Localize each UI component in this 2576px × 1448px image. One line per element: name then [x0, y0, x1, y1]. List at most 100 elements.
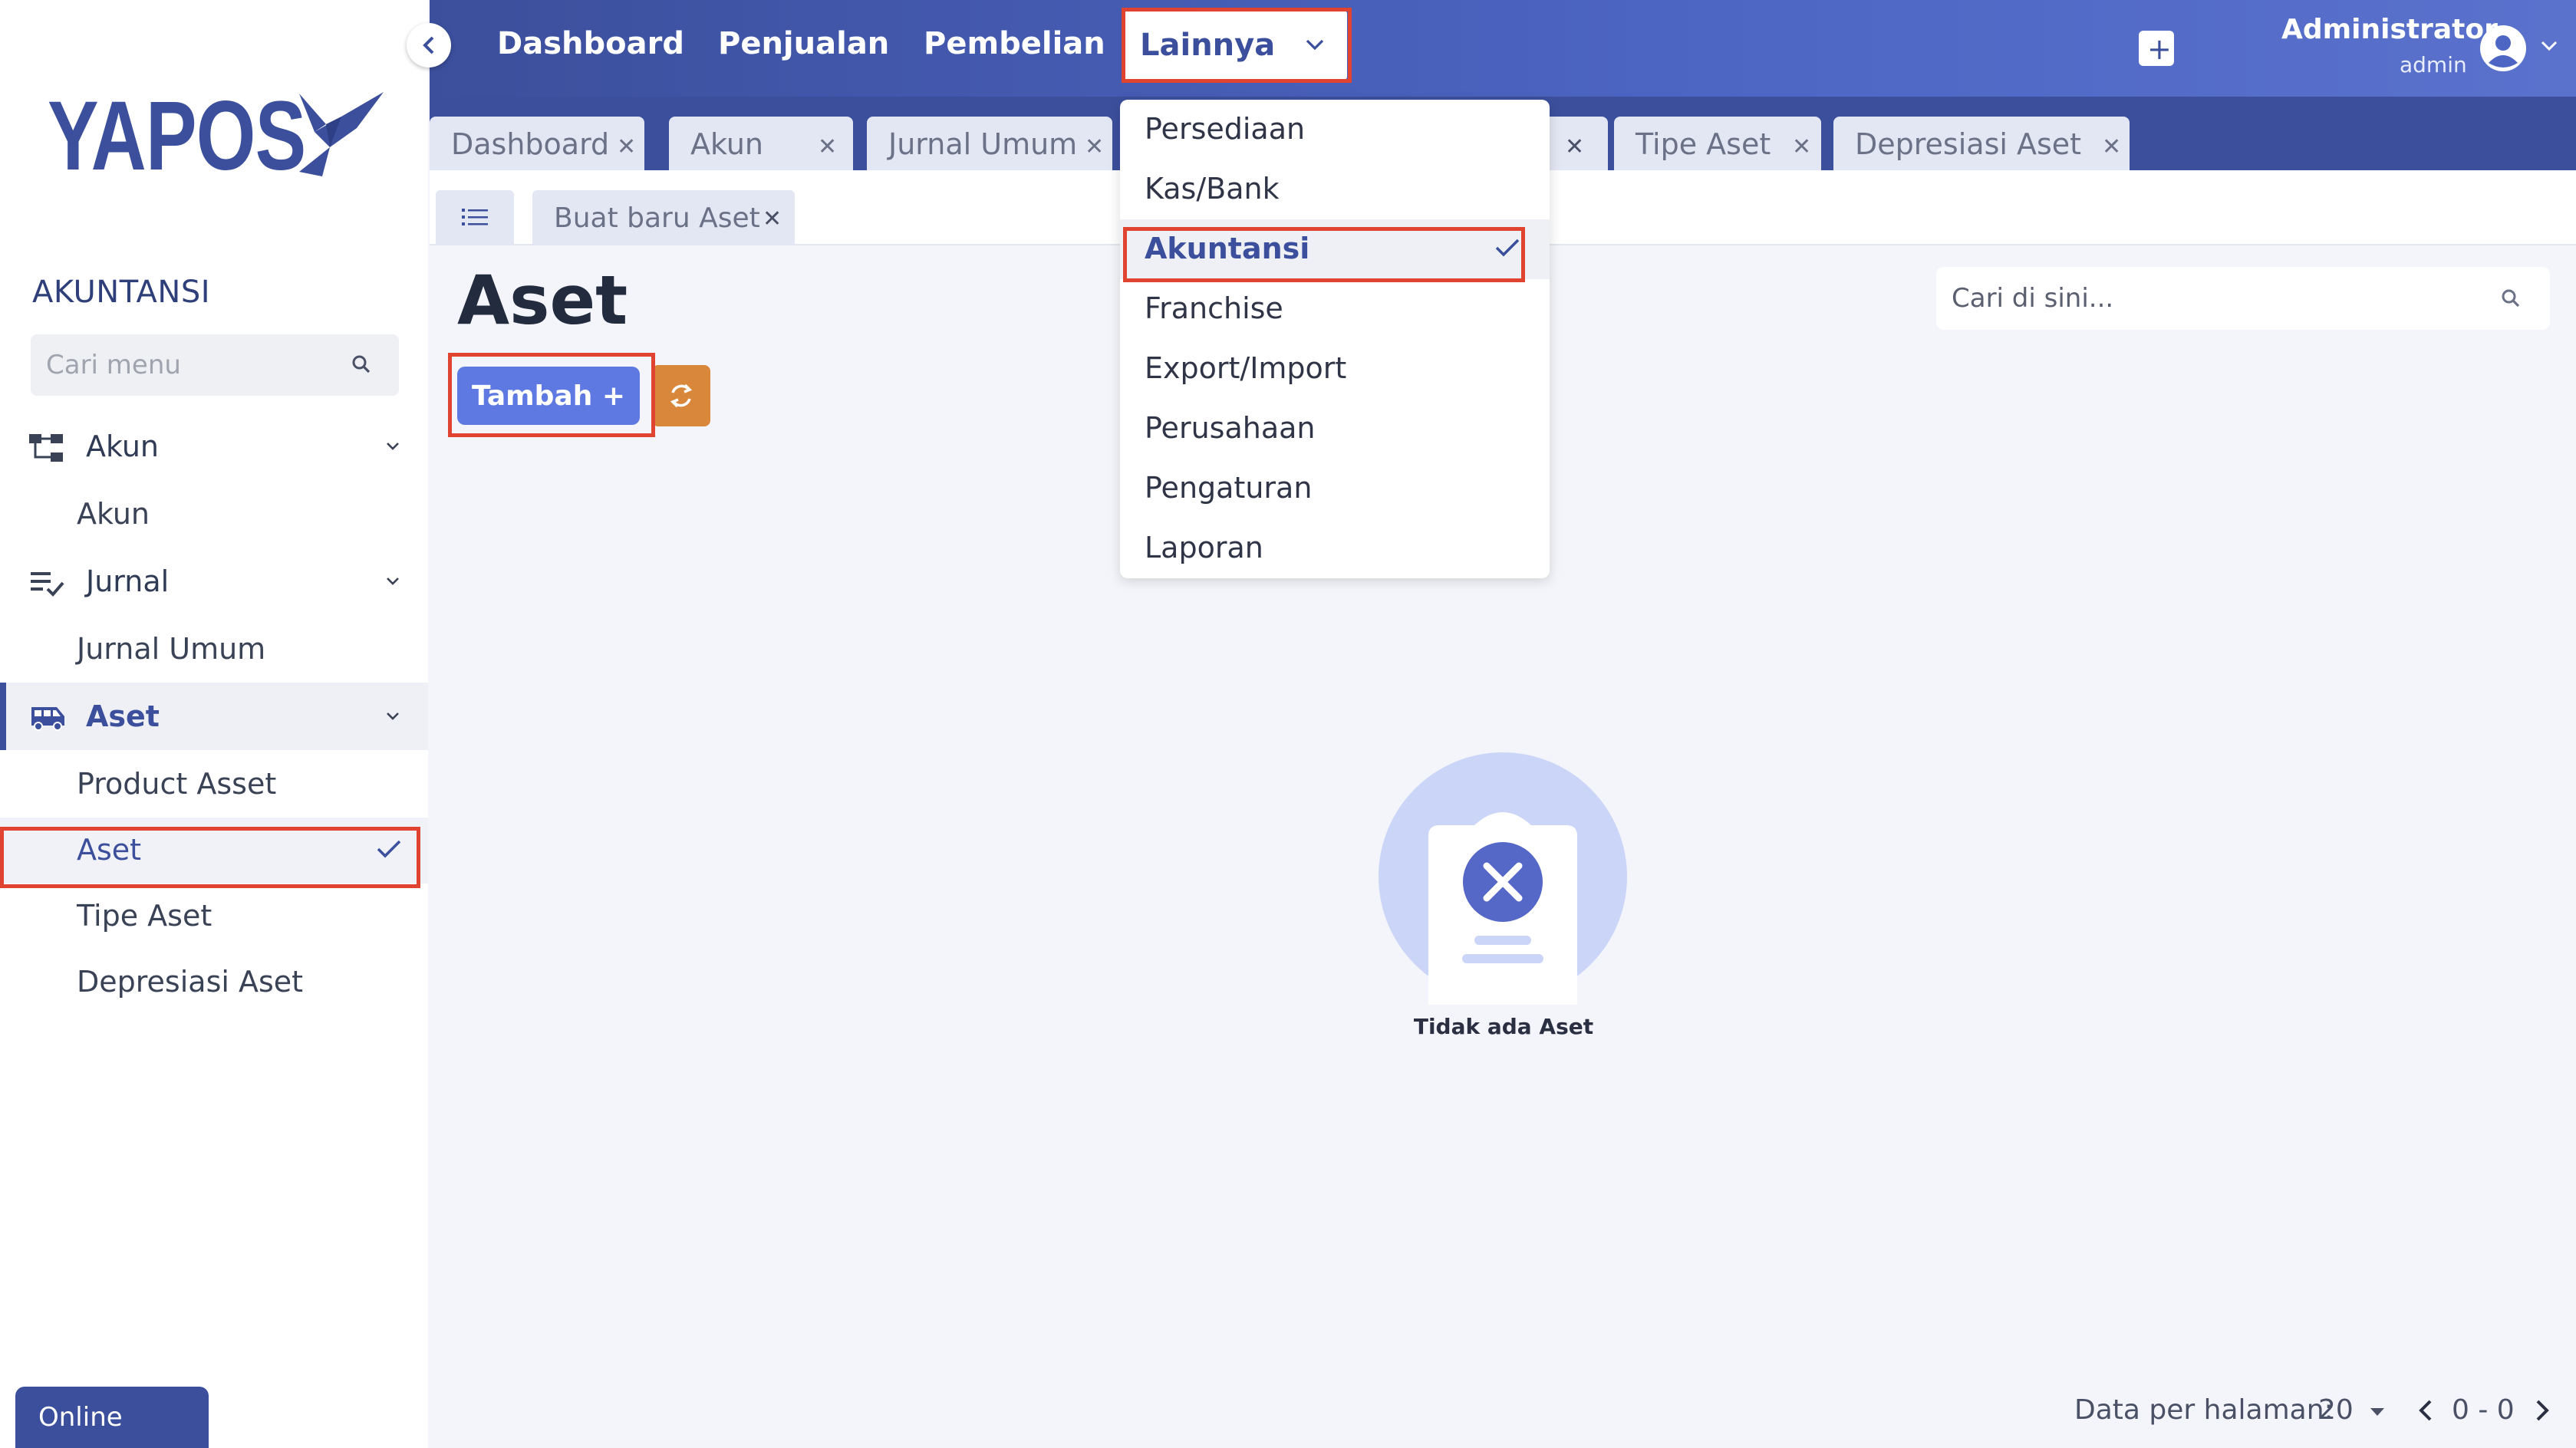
plus-icon: + [2147, 32, 2172, 66]
sidebar-group-label: Aset [86, 699, 160, 733]
chevron-right-icon[interactable] [2533, 1399, 2551, 1422]
sidebar-item-product-asset[interactable]: Product Asset [0, 752, 428, 818]
dropdown-item-pengaturan[interactable]: Pengaturan [1120, 459, 1550, 518]
rows-per-page-label: Data per halaman: [2074, 1394, 2334, 1426]
list-check-icon [31, 572, 64, 597]
tab-hidden-partial[interactable]: ✕ [1550, 117, 1608, 170]
dropdown-item-laporan[interactable]: Laporan [1120, 518, 1550, 578]
chevron-left-icon[interactable] [2416, 1399, 2435, 1422]
nav-lainnya-label: Lainnya [1140, 28, 1276, 63]
tab-akun[interactable]: Akun ✕ [669, 117, 853, 170]
tab-tipe-aset[interactable]: Tipe Aset ✕ [1614, 117, 1821, 170]
subtab-buat-baru-aset[interactable]: Buat baru Aset ✕ [532, 190, 795, 245]
chevron-down-icon [387, 578, 399, 585]
tab-label: Jurnal Umum [888, 127, 1078, 161]
chevron-down-icon [387, 712, 399, 720]
dropdown-item-perusahaan[interactable]: Perusahaan [1120, 399, 1550, 459]
tab-label: Tipe Aset [1636, 127, 1771, 161]
search-icon[interactable] [350, 353, 373, 376]
sidebar-item-aset[interactable]: Aset [0, 818, 428, 884]
logo-text: YAPOS [48, 81, 306, 191]
sidebar-group-jurnal[interactable]: Jurnal [0, 548, 428, 615]
bird-logo-icon [299, 92, 384, 176]
dropdown-item-export-import[interactable]: Export/Import [1120, 339, 1550, 399]
user-role: admin [2400, 52, 2467, 77]
sidebar-item-label: Akun [77, 497, 150, 531]
online-status-badge: Online [15, 1387, 209, 1448]
nav-dashboard[interactable]: Dashboard [497, 26, 684, 61]
user-name: Administrator [2281, 14, 2498, 45]
tab-label: Dashboard [451, 127, 610, 161]
main-search [1936, 267, 2550, 330]
subtab-label: Buat baru Aset [554, 202, 760, 234]
collapse-sidebar-button[interactable] [407, 23, 451, 67]
close-icon[interactable]: ✕ [1085, 133, 1104, 160]
dropdown-item-label: Akuntansi [1145, 232, 1310, 265]
hierarchy-icon [29, 434, 63, 462]
sidebar-group-aset[interactable]: Aset [0, 683, 428, 750]
sidebar-item-label: Tipe Aset [77, 899, 212, 933]
sidebar-group-label: Jurnal [86, 564, 170, 598]
tab-label: Depresiasi Aset [1855, 127, 2082, 161]
section-title: AKUNTANSI [32, 275, 211, 310]
dropdown-item-label: Laporan [1145, 531, 1263, 564]
dropdown-item-label: Export/Import [1145, 351, 1347, 385]
list-icon [462, 209, 488, 225]
tab-depresiasi-aset[interactable]: Depresiasi Aset ✕ [1833, 117, 2130, 170]
dropdown-item-label: Kas/Bank [1145, 172, 1280, 206]
chevron-down-icon [387, 443, 399, 450]
dropdown-item-label: Pengaturan [1145, 471, 1313, 505]
add-tab-button[interactable]: + [2139, 31, 2174, 66]
menu-search-input[interactable] [31, 334, 322, 396]
dropdown-item-label: Franchise [1145, 291, 1283, 325]
sidebar-item-jurnal-umum[interactable]: Jurnal Umum [0, 617, 428, 683]
dropdown-item-persediaan[interactable]: Persediaan [1120, 100, 1550, 160]
tab-jurnal-umum[interactable]: Jurnal Umum ✕ [867, 117, 1112, 170]
dropdown-item-franchise[interactable]: Franchise [1120, 279, 1550, 339]
bus-icon [31, 707, 64, 731]
yapos-logo[interactable]: YAPOS [48, 86, 393, 186]
nav-pembelian[interactable]: Pembelian [924, 26, 1105, 61]
refresh-button[interactable] [652, 365, 710, 426]
page-title: Aset [457, 261, 628, 340]
empty-state-text: Tidak ada Aset [1413, 1014, 1594, 1039]
sidebar-group-label: Akun [86, 429, 159, 463]
dropdown-item-kas-bank[interactable]: Kas/Bank [1120, 160, 1550, 219]
chevron-down-icon [1306, 39, 1324, 51]
check-icon [1495, 239, 1520, 257]
chevron-left-icon [423, 36, 434, 54]
close-icon[interactable]: ✕ [1792, 133, 1811, 160]
sidebar-item-depresiasi-aset[interactable]: Depresiasi Aset [0, 949, 428, 1015]
tab-label: Akun [690, 127, 763, 161]
caret-down-icon[interactable] [2369, 1407, 2386, 1417]
close-icon[interactable]: ✕ [1565, 133, 1584, 160]
close-icon[interactable]: ✕ [617, 133, 636, 160]
chevron-down-icon[interactable] [2539, 38, 2559, 54]
main-search-input[interactable] [1936, 267, 2458, 330]
topbar: Dashboard Penjualan Pembelian [430, 0, 2576, 97]
list-view-button[interactable] [436, 190, 514, 245]
rows-per-page-select[interactable]: 20 [2318, 1394, 2354, 1426]
nav-penjualan[interactable]: Penjualan [718, 26, 889, 61]
tab-dashboard[interactable]: Dashboard ✕ [430, 117, 644, 170]
user-avatar-icon[interactable] [2479, 25, 2527, 72]
empty-state-icon [1379, 752, 1627, 1005]
close-icon[interactable]: ✕ [2102, 133, 2121, 160]
refresh-icon [670, 383, 693, 408]
sidebar-group-akun[interactable]: Akun [0, 413, 428, 480]
dropdown-item-akuntansi[interactable]: Akuntansi [1120, 219, 1550, 279]
pagination-range: 0 - 0 [2452, 1394, 2515, 1426]
close-icon[interactable]: ✕ [763, 206, 782, 232]
sidebar-item-tipe-aset[interactable]: Tipe Aset [0, 884, 428, 949]
dropdown-item-label: Perusahaan [1145, 411, 1316, 445]
sidebar-item-label: Jurnal Umum [77, 632, 266, 666]
dropdown-item-label: Persediaan [1145, 112, 1306, 146]
nav-lainnya-dropdown[interactable]: Lainnya [1123, 11, 1347, 80]
sidebar-item-akun[interactable]: Akun [0, 482, 428, 548]
menu-search [31, 334, 399, 396]
sidebar-item-label: Depresiasi Aset [77, 965, 304, 999]
search-icon[interactable] [2499, 287, 2522, 310]
close-icon[interactable]: ✕ [818, 133, 837, 160]
add-button[interactable]: Tambah + [457, 367, 640, 425]
sidebar-item-label: Aset [77, 833, 142, 867]
